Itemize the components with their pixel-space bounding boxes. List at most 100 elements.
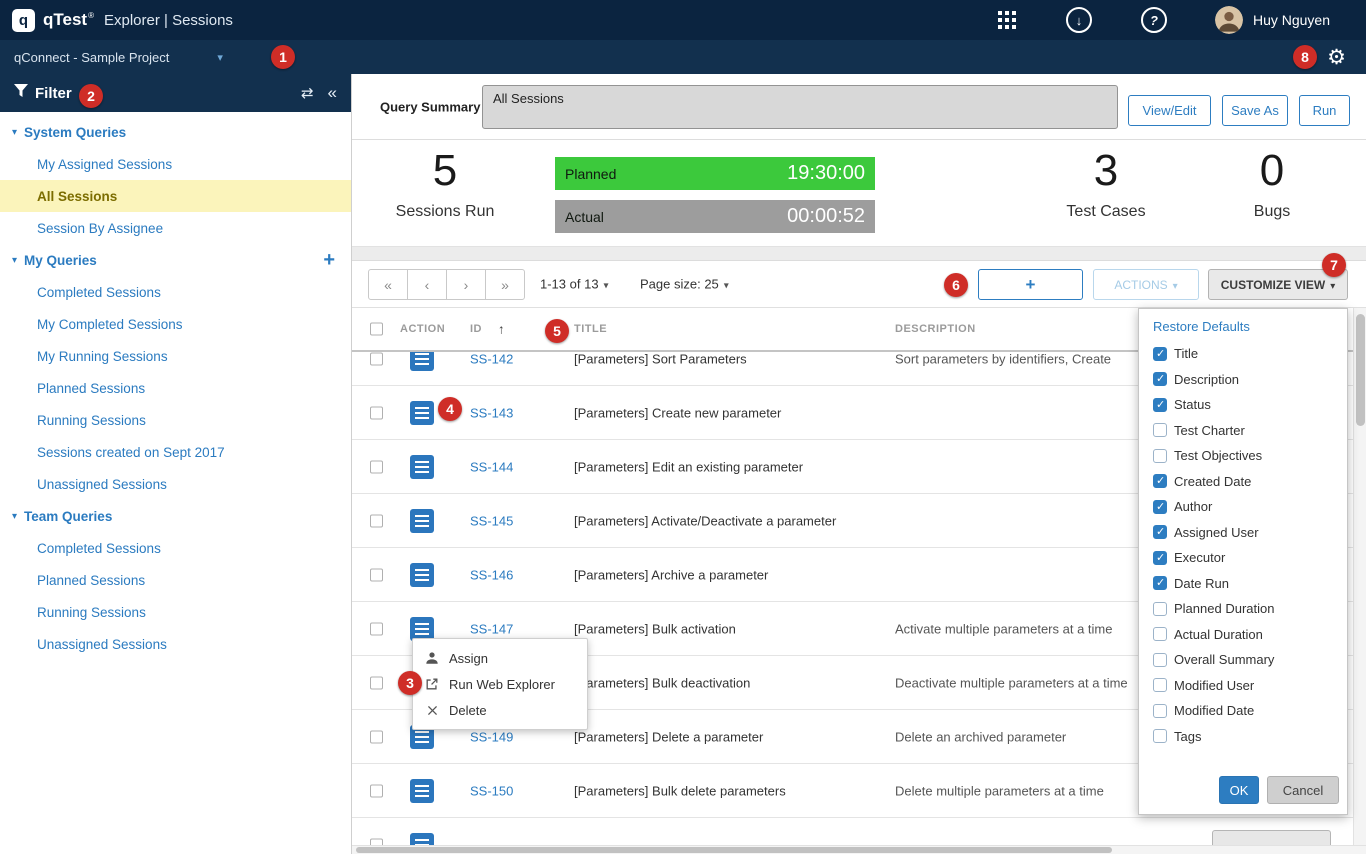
page-size-selector[interactable]: Page size: 25▾ xyxy=(640,277,729,292)
add-query-icon[interactable]: + xyxy=(323,250,335,270)
row-checkbox[interactable] xyxy=(370,676,383,689)
row-checkbox[interactable] xyxy=(370,460,383,473)
sidebar-query-item[interactable]: Completed Sessions xyxy=(0,276,351,308)
context-menu-item[interactable]: Delete xyxy=(413,697,587,723)
column-header-action[interactable]: ACTION xyxy=(400,323,445,335)
session-action-icon[interactable] xyxy=(410,563,434,587)
session-id-link[interactable]: SS-142 xyxy=(470,352,513,366)
column-checkbox[interactable] xyxy=(1153,474,1167,488)
column-option[interactable]: Executor xyxy=(1139,545,1347,571)
last-page-button[interactable]: » xyxy=(485,269,525,300)
session-action-icon[interactable] xyxy=(410,779,434,803)
sidebar-query-item[interactable]: Running Sessions xyxy=(0,404,351,436)
horizontal-scrollbar-thumb[interactable] xyxy=(356,847,1112,853)
session-id-link[interactable]: SS-146 xyxy=(470,567,513,582)
help-icon[interactable]: ? xyxy=(1141,7,1167,33)
column-checkbox[interactable] xyxy=(1153,500,1167,514)
column-header-description[interactable]: DESCRIPTION xyxy=(895,323,976,335)
run-button[interactable]: Run xyxy=(1299,95,1350,126)
sidebar-query-item[interactable]: Completed Sessions xyxy=(0,532,351,564)
column-option[interactable]: Status xyxy=(1139,392,1347,418)
restore-defaults-link[interactable]: Restore Defaults xyxy=(1139,309,1347,341)
session-action-icon[interactable] xyxy=(410,833,434,846)
column-option[interactable]: Date Run xyxy=(1139,571,1347,597)
tree-section-header[interactable]: ▾My Queries+ xyxy=(0,244,351,276)
row-checkbox[interactable] xyxy=(370,568,383,581)
column-option[interactable]: Overall Summary xyxy=(1139,647,1347,673)
column-option[interactable]: Description xyxy=(1139,367,1347,393)
row-checkbox[interactable] xyxy=(370,406,383,419)
session-id-link[interactable]: SS-149 xyxy=(470,729,513,744)
column-checkbox[interactable] xyxy=(1153,678,1167,692)
apps-grid-icon[interactable] xyxy=(998,11,1016,29)
project-selector[interactable]: qConnect - Sample Project ▾ xyxy=(14,50,223,65)
sidebar-query-item[interactable]: Planned Sessions xyxy=(0,564,351,596)
column-checkbox[interactable] xyxy=(1153,551,1167,565)
column-checkbox[interactable] xyxy=(1153,449,1167,463)
tree-section-header[interactable]: ▾System Queries xyxy=(0,116,351,148)
session-action-icon[interactable] xyxy=(410,352,434,371)
collapse-sidebar-icon[interactable]: « xyxy=(328,83,337,103)
select-all-checkbox[interactable] xyxy=(370,323,383,336)
column-checkbox[interactable] xyxy=(1153,602,1167,616)
column-option[interactable]: Title xyxy=(1139,341,1347,367)
sidebar-query-item[interactable]: Session By Assignee xyxy=(0,212,351,244)
row-checkbox[interactable] xyxy=(370,784,383,797)
column-checkbox[interactable] xyxy=(1153,398,1167,412)
actions-button[interactable]: ACTIONS▾ xyxy=(1093,269,1199,300)
column-option[interactable]: Tags xyxy=(1139,724,1347,750)
ok-button[interactable]: OK xyxy=(1219,776,1259,804)
column-header-title[interactable]: TITLE xyxy=(574,323,607,335)
session-id-link[interactable]: SS-143 xyxy=(470,405,513,420)
sort-ascending-icon[interactable]: ↑ xyxy=(498,322,505,337)
row-checkbox[interactable] xyxy=(370,730,383,743)
settings-gear-icon[interactable]: ⚙ xyxy=(1327,47,1346,68)
session-id-link[interactable]: SS-147 xyxy=(470,621,513,636)
tree-section-header[interactable]: ▾Team Queries xyxy=(0,500,351,532)
save-as-button[interactable]: Save As xyxy=(1222,95,1288,126)
column-option[interactable]: Created Date xyxy=(1139,469,1347,495)
row-checkbox[interactable] xyxy=(370,622,383,635)
context-menu-item[interactable]: Run Web Explorer xyxy=(413,671,587,697)
vertical-scrollbar-thumb[interactable] xyxy=(1356,314,1365,426)
context-menu-item[interactable]: Assign xyxy=(413,645,587,671)
user-name[interactable]: Huy Nguyen xyxy=(1253,12,1330,28)
horizontal-scrollbar[interactable] xyxy=(352,845,1366,854)
column-checkbox[interactable] xyxy=(1153,525,1167,539)
column-option[interactable]: Assigned User xyxy=(1139,520,1347,546)
download-icon[interactable]: ↓ xyxy=(1066,7,1092,33)
user-avatar[interactable] xyxy=(1215,6,1243,34)
column-option[interactable]: Author xyxy=(1139,494,1347,520)
column-option[interactable]: Planned Duration xyxy=(1139,596,1347,622)
cancel-button[interactable]: Cancel xyxy=(1267,776,1339,804)
refresh-queries-icon[interactable]: ⇄ xyxy=(301,84,314,102)
sidebar-query-item[interactable]: Unassigned Sessions xyxy=(0,468,351,500)
sidebar-query-item[interactable]: All Sessions xyxy=(0,180,351,212)
view-edit-button[interactable]: View/Edit xyxy=(1128,95,1211,126)
column-checkbox[interactable] xyxy=(1153,627,1167,641)
session-id-link[interactable]: SS-150 xyxy=(470,783,513,798)
session-action-icon[interactable] xyxy=(410,401,434,425)
column-checkbox[interactable] xyxy=(1153,372,1167,386)
vertical-scrollbar[interactable] xyxy=(1353,308,1366,845)
session-id-link[interactable]: SS-144 xyxy=(470,459,513,474)
column-option[interactable]: Modified Date xyxy=(1139,698,1347,724)
next-page-button[interactable]: › xyxy=(446,269,486,300)
column-option[interactable]: Modified User xyxy=(1139,673,1347,699)
session-action-icon[interactable] xyxy=(410,617,434,641)
sidebar-query-item[interactable]: My Completed Sessions xyxy=(0,308,351,340)
session-action-icon[interactable] xyxy=(410,509,434,533)
column-checkbox[interactable] xyxy=(1153,729,1167,743)
session-action-icon[interactable] xyxy=(410,455,434,479)
column-option[interactable]: Test Charter xyxy=(1139,418,1347,444)
row-checkbox[interactable] xyxy=(370,514,383,527)
first-page-button[interactable]: « xyxy=(368,269,408,300)
add-session-button[interactable]: + xyxy=(978,269,1083,300)
sidebar-query-item[interactable]: Unassigned Sessions xyxy=(0,628,351,660)
session-id-link[interactable]: SS-145 xyxy=(470,513,513,528)
query-summary-box[interactable]: All Sessions xyxy=(482,85,1118,129)
pagination-range[interactable]: 1-13 of 13▾ xyxy=(540,277,609,292)
sidebar-query-item[interactable]: My Assigned Sessions xyxy=(0,148,351,180)
column-checkbox[interactable] xyxy=(1153,347,1167,361)
column-checkbox[interactable] xyxy=(1153,576,1167,590)
